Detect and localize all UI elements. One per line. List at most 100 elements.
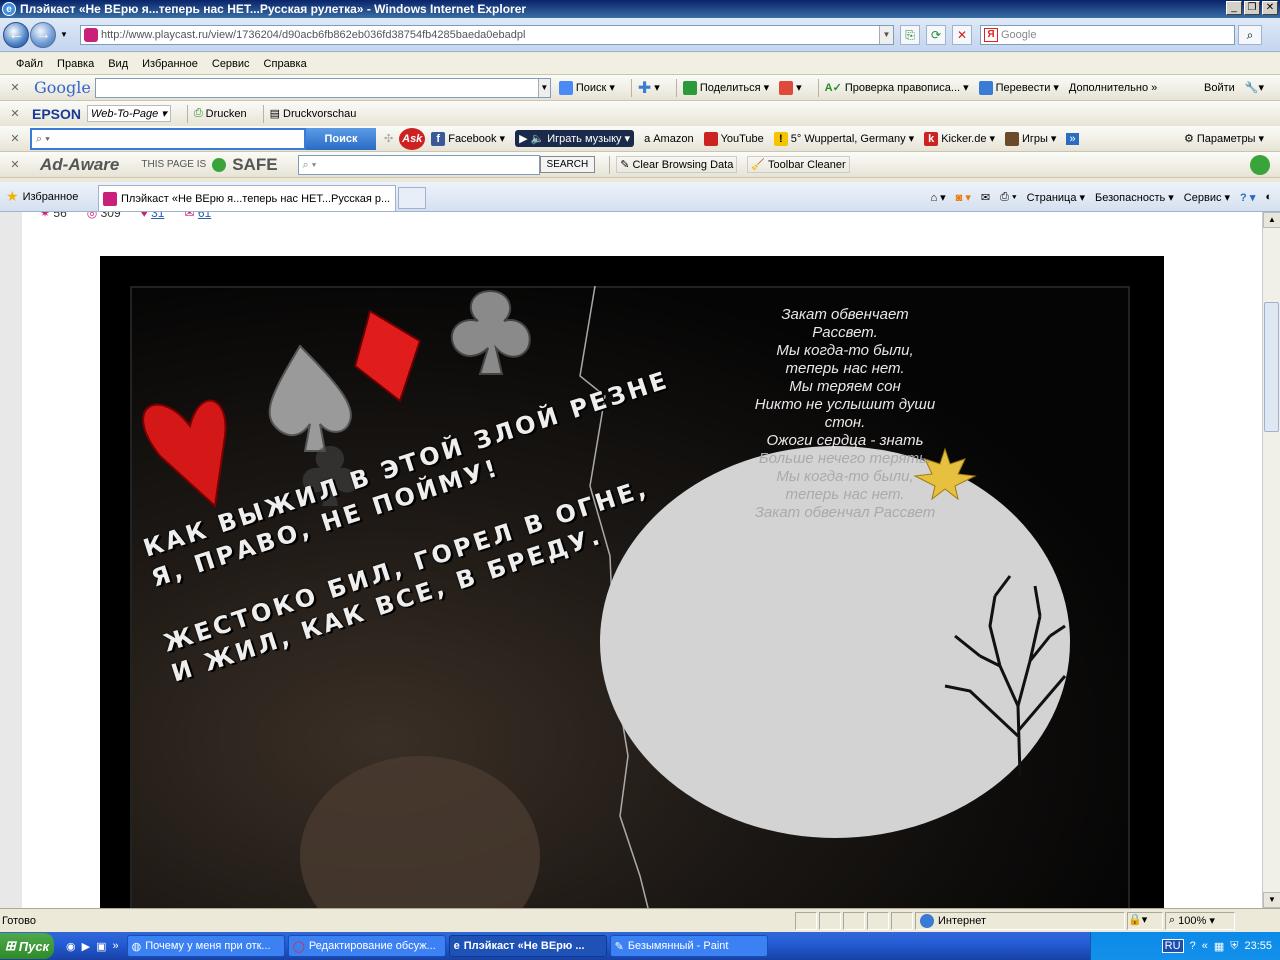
amazon-link[interactable]: a Amazon: [644, 133, 693, 145]
rss-icon[interactable]: ◙ ▾: [956, 191, 971, 204]
scroll-down-button[interactable]: ▼: [1263, 892, 1280, 908]
stat-comments[interactable]: ✉ 61: [184, 212, 211, 220]
menu-favorites[interactable]: Избранное: [142, 58, 198, 70]
menu-page[interactable]: Страница ▾: [1027, 191, 1085, 204]
adaware-search-input[interactable]: ⌕ ▾: [297, 154, 540, 175]
help-icon[interactable]: ? ▾: [1240, 191, 1255, 204]
tray-expand-icon[interactable]: «: [1202, 940, 1208, 952]
share-button[interactable]: Поделиться ▾: [682, 80, 769, 95]
language-indicator[interactable]: RU: [1161, 939, 1184, 953]
chevron-down-icon[interactable]: ▼: [879, 26, 893, 44]
mail-icon[interactable]: ✉: [981, 191, 990, 204]
research-icon[interactable]: ◐: [1265, 191, 1272, 203]
task-ie[interactable]: e Плэйкаст «Не ВЕрю ...: [448, 935, 607, 957]
volume-icon[interactable]: 🔈: [531, 132, 545, 145]
scroll-up-button[interactable]: ▲: [1263, 212, 1280, 228]
page-content: ✷ 56 ◎ 309 ♥ 31 ✉ 61 КАК ВЫЖИЛ В ЭТОЙ ЗЛ…: [0, 212, 1262, 908]
menu-service[interactable]: Сервис ▾: [1184, 191, 1230, 204]
recent-pages-dropdown[interactable]: ▼: [60, 30, 68, 39]
translate-button[interactable]: Перевести ▾: [978, 80, 1059, 95]
zoom-control[interactable]: ⌕ 100% ▾: [1165, 911, 1235, 930]
adaware-search-button[interactable]: SEARCH: [539, 156, 596, 173]
vertical-scrollbar[interactable]: ▲ ▼: [1262, 212, 1280, 908]
menu-tools[interactable]: Сервис: [212, 58, 250, 70]
print-preview-button[interactable]: ▤ Druckvorschau: [270, 107, 357, 121]
menu-edit[interactable]: Правка: [57, 58, 94, 70]
menu-help[interactable]: Справка: [264, 58, 307, 70]
new-tab-button[interactable]: [398, 187, 426, 209]
kicker-link[interactable]: k Kicker.de ▾: [924, 131, 995, 146]
search-icon[interactable]: ⌕: [1238, 25, 1262, 45]
kicker-icon: k: [924, 131, 939, 146]
youtube-link[interactable]: YouTube: [703, 131, 764, 146]
search-input[interactable]: Я Google: [980, 25, 1235, 45]
task-opera[interactable]: ◯ Редактирование обсуж...: [287, 935, 446, 957]
protected-mode-icon[interactable]: 🔒▾: [1127, 911, 1163, 930]
web-to-page-button[interactable]: Web-To-Page ▾: [87, 105, 171, 122]
params-menu[interactable]: ⚙ Параметры ▾: [1184, 132, 1264, 146]
chevron-down-icon[interactable]: ▼: [537, 78, 550, 97]
ask-logo[interactable]: Ask: [399, 127, 426, 150]
back-button[interactable]: ←: [3, 22, 29, 48]
ask-search-button[interactable]: Поиск: [306, 127, 376, 150]
home-icon[interactable]: ⌂ ▾: [930, 191, 945, 204]
music-player[interactable]: ▶ 🔈 Играть музыку ▾: [515, 130, 635, 147]
menu-file[interactable]: Файл: [16, 58, 43, 70]
tabs-row: ★ Избранное Плэйкаст «Не ВЕрю я...теперь …: [0, 182, 1280, 212]
games-icon: [1004, 131, 1019, 146]
quicklaunch-more-icon[interactable]: »: [112, 940, 118, 953]
stop-button[interactable]: ✕: [952, 25, 972, 45]
tab-active[interactable]: Плэйкаст «Не ВЕрю я...теперь нас НЕТ...Р…: [98, 185, 396, 211]
stat-likes[interactable]: ♥ 31: [141, 212, 165, 220]
refresh-button[interactable]: ⟳: [926, 25, 946, 45]
feed-button[interactable]: ▾: [779, 80, 802, 95]
print-button[interactable]: ⎙ Drucken: [194, 107, 247, 120]
close-toolbar-icon[interactable]: ✕: [6, 81, 24, 94]
spellcheck-button[interactable]: A✓ Проверка правописа... ▾: [825, 81, 969, 95]
close-toolbar-icon[interactable]: ✕: [6, 132, 24, 145]
google-toolbar: ✕ Google ▼ Поиск ▾ ✚ ▾ Поделиться ▾ ▾ A✓…: [0, 75, 1280, 101]
wrench-icon[interactable]: 🔧▾: [1245, 81, 1264, 94]
media-player-icon[interactable]: ▶: [82, 940, 90, 953]
menu-safety[interactable]: Безопасность ▾: [1095, 191, 1174, 204]
forward-button[interactable]: →: [30, 22, 56, 48]
restore-button[interactable]: ❐: [1244, 1, 1260, 15]
start-button[interactable]: ⊞ Пуск: [0, 933, 54, 959]
poem-line: Никто не услышит души: [754, 396, 936, 413]
task-firefox[interactable]: ◍ Почему у меня при отк...: [126, 935, 285, 957]
more-button[interactable]: Дополнительно »: [1069, 82, 1157, 94]
google-search-input[interactable]: ▼: [94, 77, 551, 98]
help-icon[interactable]: ?: [1190, 940, 1196, 952]
close-button[interactable]: ✕: [1262, 1, 1278, 15]
close-toolbar-icon[interactable]: ✕: [6, 158, 24, 171]
ie-quicklaunch-icon[interactable]: ◉: [66, 940, 76, 953]
print-icon[interactable]: ⎙ ▾: [1000, 191, 1016, 204]
favorites-button[interactable]: ★ Избранное: [6, 188, 78, 205]
drag-handle[interactable]: ✣: [384, 132, 393, 145]
adaware-status-icon[interactable]: [1250, 154, 1270, 175]
desktop-icon[interactable]: ▣: [96, 940, 106, 953]
google-search-button[interactable]: Поиск ▾: [558, 80, 615, 95]
menu-view[interactable]: Вид: [108, 58, 128, 70]
minimize-button[interactable]: _: [1226, 1, 1242, 15]
taskbar: ⊞ Пуск ◉ ▶ ▣ » ◍ Почему у меня при отк... …: [0, 932, 1280, 960]
play-icon[interactable]: ▶: [519, 132, 527, 145]
ask-search-input[interactable]: ⌕ ▾: [30, 127, 306, 150]
signin-link[interactable]: Войти: [1204, 82, 1235, 94]
weather-widget[interactable]: ! 5° Wuppertal, Germany ▾: [773, 131, 914, 146]
compatibility-button[interactable]: ⎘: [900, 25, 920, 45]
more-chevron-icon[interactable]: »: [1066, 132, 1079, 145]
facebook-button[interactable]: f Facebook ▾: [431, 131, 505, 146]
close-toolbar-icon[interactable]: ✕: [6, 107, 24, 120]
task-paint[interactable]: ✎ Безымянный - Paint: [609, 935, 768, 957]
scroll-thumb[interactable]: [1264, 302, 1279, 432]
add-button[interactable]: ✚ ▾: [638, 78, 660, 98]
clear-browsing-button[interactable]: ✎ Clear Browsing Data: [616, 156, 738, 173]
games-menu[interactable]: Игры ▾: [1004, 131, 1056, 146]
site-favicon: [84, 28, 98, 42]
security-icon[interactable]: ⛨: [1230, 940, 1238, 953]
address-input[interactable]: http://www.playcast.ru/view/1736204/d90a…: [80, 25, 894, 45]
toolbar-cleaner-button[interactable]: 🧹 Toolbar Cleaner: [747, 156, 850, 173]
network-icon[interactable]: ▦: [1214, 940, 1224, 953]
poem-line: Мы когда-то были,: [776, 468, 914, 485]
